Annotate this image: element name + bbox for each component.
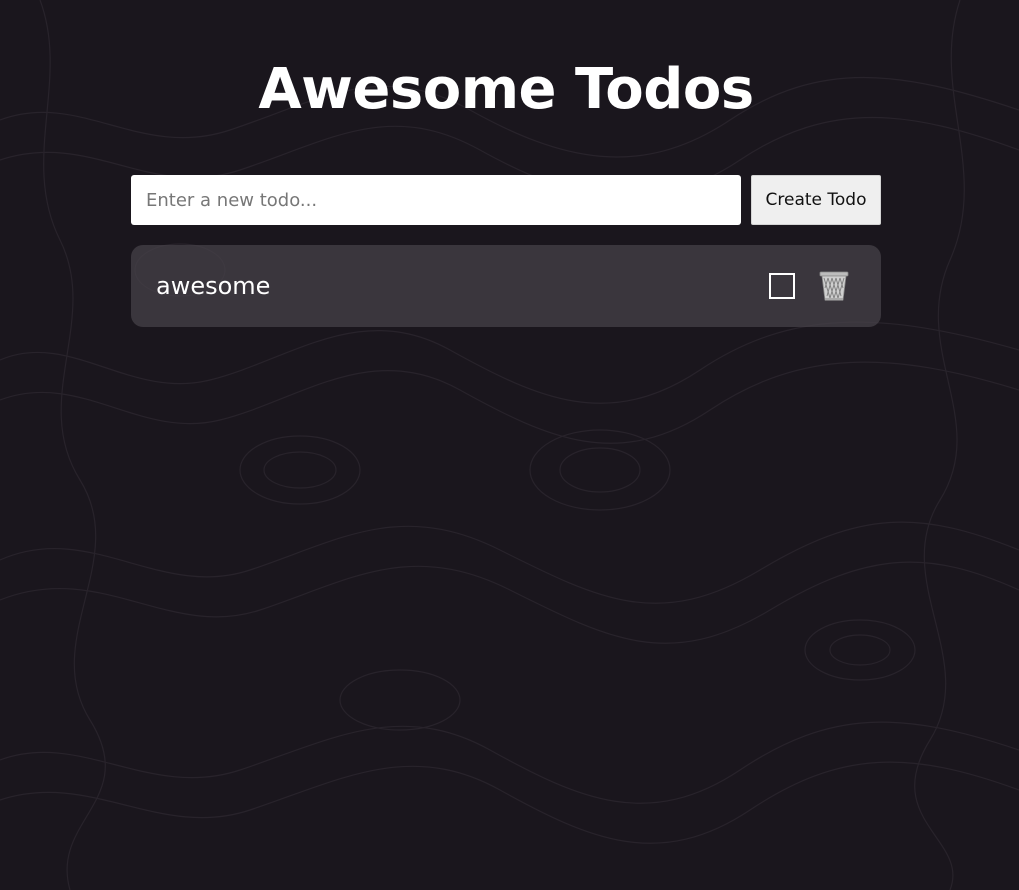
new-todo-form: Create Todo bbox=[131, 175, 881, 225]
todo-item-text: awesome bbox=[156, 272, 271, 300]
create-todo-button[interactable]: Create Todo bbox=[751, 175, 881, 225]
page-title: Awesome Todos bbox=[258, 57, 754, 122]
todo-app: Awesome Todos Create Todo awesome bbox=[0, 0, 1019, 890]
todo-list: awesome bbox=[131, 245, 881, 327]
checkbox-unchecked-icon[interactable] bbox=[769, 273, 795, 299]
trash-basket-icon[interactable] bbox=[817, 269, 851, 303]
todo-item: awesome bbox=[131, 245, 881, 327]
new-todo-input[interactable] bbox=[131, 175, 741, 225]
